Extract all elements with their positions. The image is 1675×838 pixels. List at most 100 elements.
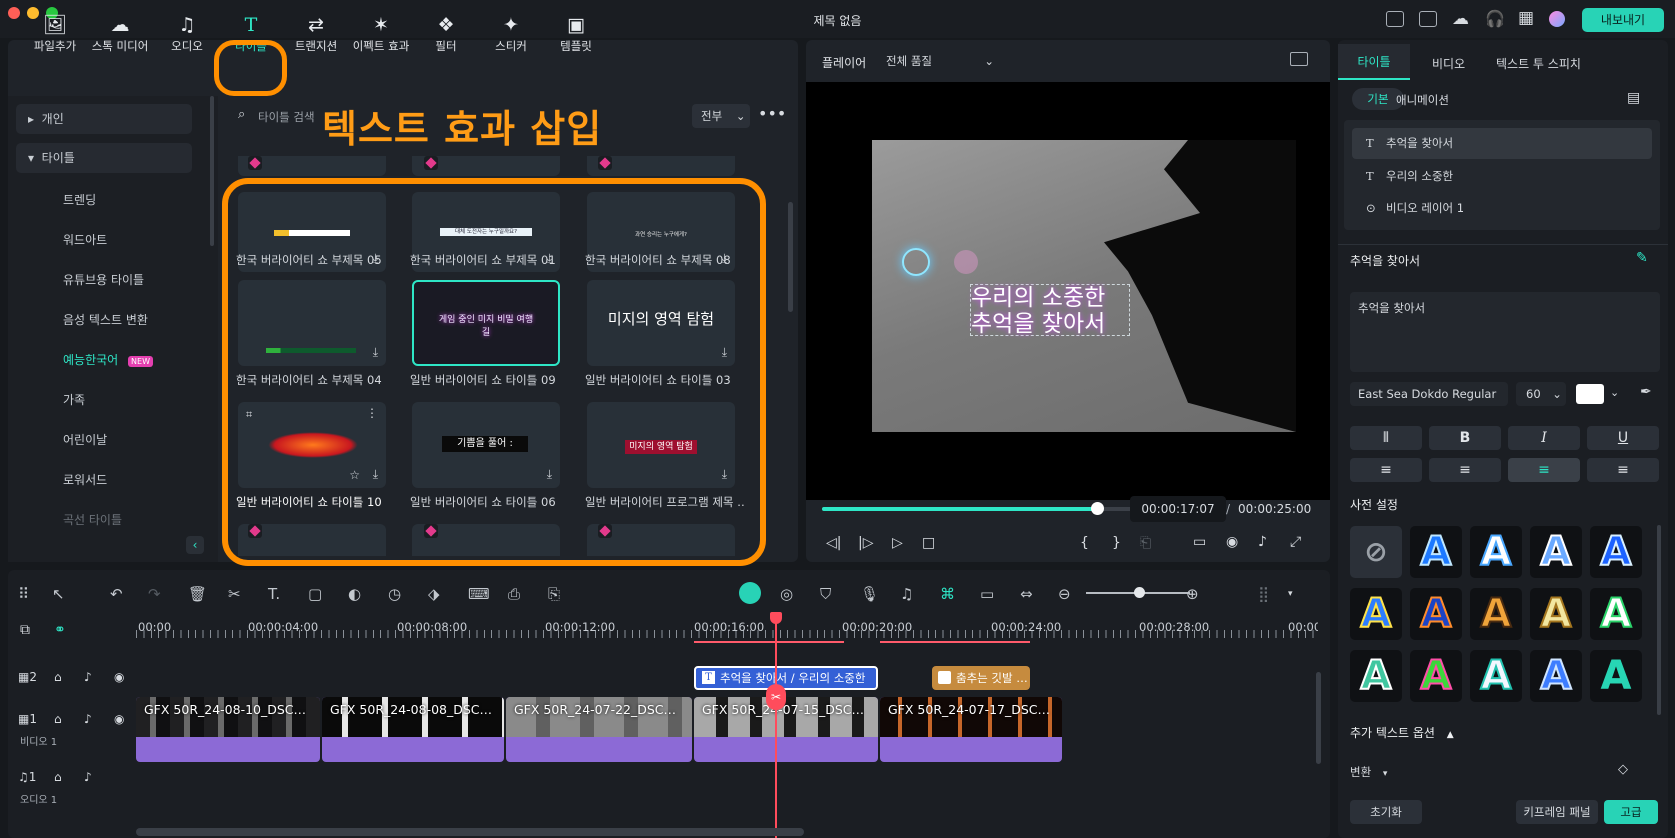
bold-button[interactable]: B [1429,426,1501,450]
tool-import[interactable]: 🖼 파일추가 [18,12,92,54]
align-justify-button[interactable]: ≡ [1587,458,1659,482]
sidebar-item-speech-to-text[interactable]: 음성 텍스트 변환 [63,311,148,328]
prev-frame-icon[interactable]: ◁| [826,535,841,551]
preset-tile[interactable]: A [1590,526,1642,578]
timer-icon[interactable]: ◷ [388,585,401,603]
grid-view-icon[interactable]: ⣿ [1258,585,1269,603]
audio-detach-icon[interactable]: ⎙ [508,585,520,603]
preset-tile[interactable]: A [1350,588,1402,640]
italic-button[interactable]: I [1508,426,1580,450]
microphone-icon[interactable]: 🎙 [860,585,879,603]
headset-icon[interactable]: 🎧 [1485,9,1505,28]
tool-templates[interactable]: ▣ 템플릿 [539,12,613,54]
multi-select-icon[interactable]: ⠿ [18,585,29,603]
stop-icon[interactable]: □ [922,535,935,551]
volume-icon[interactable]: ♪ [84,670,92,684]
preview-render-icon[interactable]: ▭ [980,585,994,603]
video-clip[interactable]: GFX 50R_24-07-17_DSC… [880,697,1062,762]
ai-assistant-icon[interactable] [739,582,761,604]
mark-out-icon[interactable]: } [1112,535,1121,551]
tab-titles[interactable]: 타이틀 [1338,44,1410,80]
lock-icon[interactable]: ⌂ [54,770,62,784]
subtab-animation[interactable]: 애니메이션 [1396,92,1449,108]
zoom-out-icon[interactable]: ⊖ [1058,585,1071,603]
speech-icon[interactable]: ⌨ [468,585,490,603]
mark-in-icon[interactable]: { [1080,535,1089,551]
preset-tile[interactable]: A [1410,650,1462,702]
split-scissors-icon[interactable]: ✂ [766,684,786,710]
music-edit-icon[interactable]: ♫ [900,585,913,603]
video-clip[interactable]: GFX 50R_24-08-08_DSC… [322,697,504,762]
sidebar-scrollbar[interactable] [210,96,214,246]
extra-text-options[interactable]: 추가 텍스트 옵션 ▲ [1350,724,1454,741]
camera-icon[interactable]: ◉ [1226,534,1238,550]
sidebar-item-lower-third[interactable]: 로워서드 [63,471,107,488]
layer-item-1[interactable]: T 추억을 찾아서 [1352,128,1652,159]
export-button[interactable]: 내보내기 [1582,8,1664,32]
video-preview[interactable]: 우리의 소중한 추억을 찾아서 [806,82,1330,500]
grid-icon[interactable]: ▦ [1518,8,1534,28]
align-right-button[interactable]: ≡ [1429,458,1501,482]
scissors-icon[interactable]: ✂ [228,585,241,603]
tool-audio[interactable]: ♫ 오디오 [150,12,224,54]
sidebar-item-curved[interactable]: 곡선 타이틀 [63,511,122,528]
reset-button[interactable]: 초기화 [1350,800,1422,824]
next-frame-icon[interactable]: |▷ [858,535,873,551]
playhead-handle[interactable] [770,612,782,624]
vertical-text-button[interactable]: ⦀ [1350,426,1422,450]
insert-icon[interactable]: ⎗ [1140,535,1151,551]
volume-icon[interactable]: ♪ [1258,534,1267,550]
redo-icon[interactable]: ↷ [148,585,161,603]
filter-dropdown[interactable]: 전부 ⌄ [692,104,750,128]
underline-button[interactable]: U [1587,426,1659,450]
eye-icon[interactable]: ◉ [114,670,124,684]
quality-dropdown[interactable]: 전체 품질 ⌄ [880,50,998,72]
snap-icon[interactable]: ⌘ [940,585,955,603]
timeline-hscrollbar[interactable] [136,828,804,836]
timeline-vscrollbar[interactable] [1316,672,1321,764]
preset-tile[interactable]: A [1470,650,1522,702]
chevron-down-icon[interactable]: ⌄ [1610,386,1619,399]
play-icon[interactable]: ▷ [892,535,903,551]
zoom-slider[interactable] [1086,587,1190,598]
translate-icon[interactable]: ⎘ [548,585,560,603]
tab-text-to-speech[interactable]: 텍스트 투 스피치 [1496,55,1581,72]
layer-item-2[interactable]: T 우리의 소중한 [1352,161,1652,192]
fit-icon[interactable]: ⇔ [1020,585,1033,603]
lock-icon[interactable]: ⌂ [54,670,62,684]
chevron-down-icon[interactable]: ▾ [1288,589,1293,599]
align-center-button[interactable]: ≡ [1508,458,1580,482]
zoom-in-icon[interactable]: ⊕ [1186,585,1199,603]
text-input[interactable]: 추억을 찾아서 [1350,292,1660,372]
video-clip[interactable]: GFX 50R_24-07-15_DSC… [694,697,878,762]
collapse-sidebar-button[interactable]: ‹ [186,536,204,554]
add-track-icon[interactable]: ⧉ [20,622,30,638]
sidebar-item-trending[interactable]: 트렌딩 [63,191,96,208]
tag-icon[interactable]: ⬗ [428,585,440,603]
more-options-icon[interactable]: ••• [758,104,786,123]
advanced-button[interactable]: 고급 [1604,800,1658,824]
align-left-button[interactable]: ≡ [1350,458,1422,482]
volume-icon[interactable]: ♪ [84,712,92,726]
sidebar-item-family[interactable]: 가족 [63,391,85,408]
sticker-clip[interactable]: 춤추는 깃발 … [932,666,1030,690]
font-size-dropdown[interactable]: 60 ⌄ [1516,382,1566,406]
sidebar-item-youtube[interactable]: 유튜브용 타이틀 [63,271,144,288]
tool-effects[interactable]: ✶ 이펙트 효과 [344,12,418,54]
shield-icon[interactable]: ⛉ [820,585,831,603]
layout-icon[interactable] [1386,11,1404,27]
volume-icon[interactable]: ♪ [84,770,92,784]
keyframe-diamond-icon[interactable]: ◇ [1618,762,1628,777]
preset-tile[interactable]: A [1530,588,1582,640]
preset-tile[interactable]: A [1590,650,1642,702]
sidebar-item-wordart[interactable]: 워드아트 [63,231,107,248]
tool-transitions[interactable]: ⇄ 트랜지션 [279,12,353,54]
waveform-icon[interactable] [1290,52,1308,66]
sidebar-item-childrens-day[interactable]: 어린이날 [63,431,107,448]
playhead[interactable] [775,614,777,838]
preset-tile[interactable]: A [1530,526,1582,578]
text-tool-icon[interactable]: T. [268,585,280,603]
group-titles[interactable]: ▾ 타이틀 [16,143,192,173]
fullscreen-icon[interactable]: ⤢ [1290,534,1301,550]
save-icon[interactable] [1419,11,1437,27]
